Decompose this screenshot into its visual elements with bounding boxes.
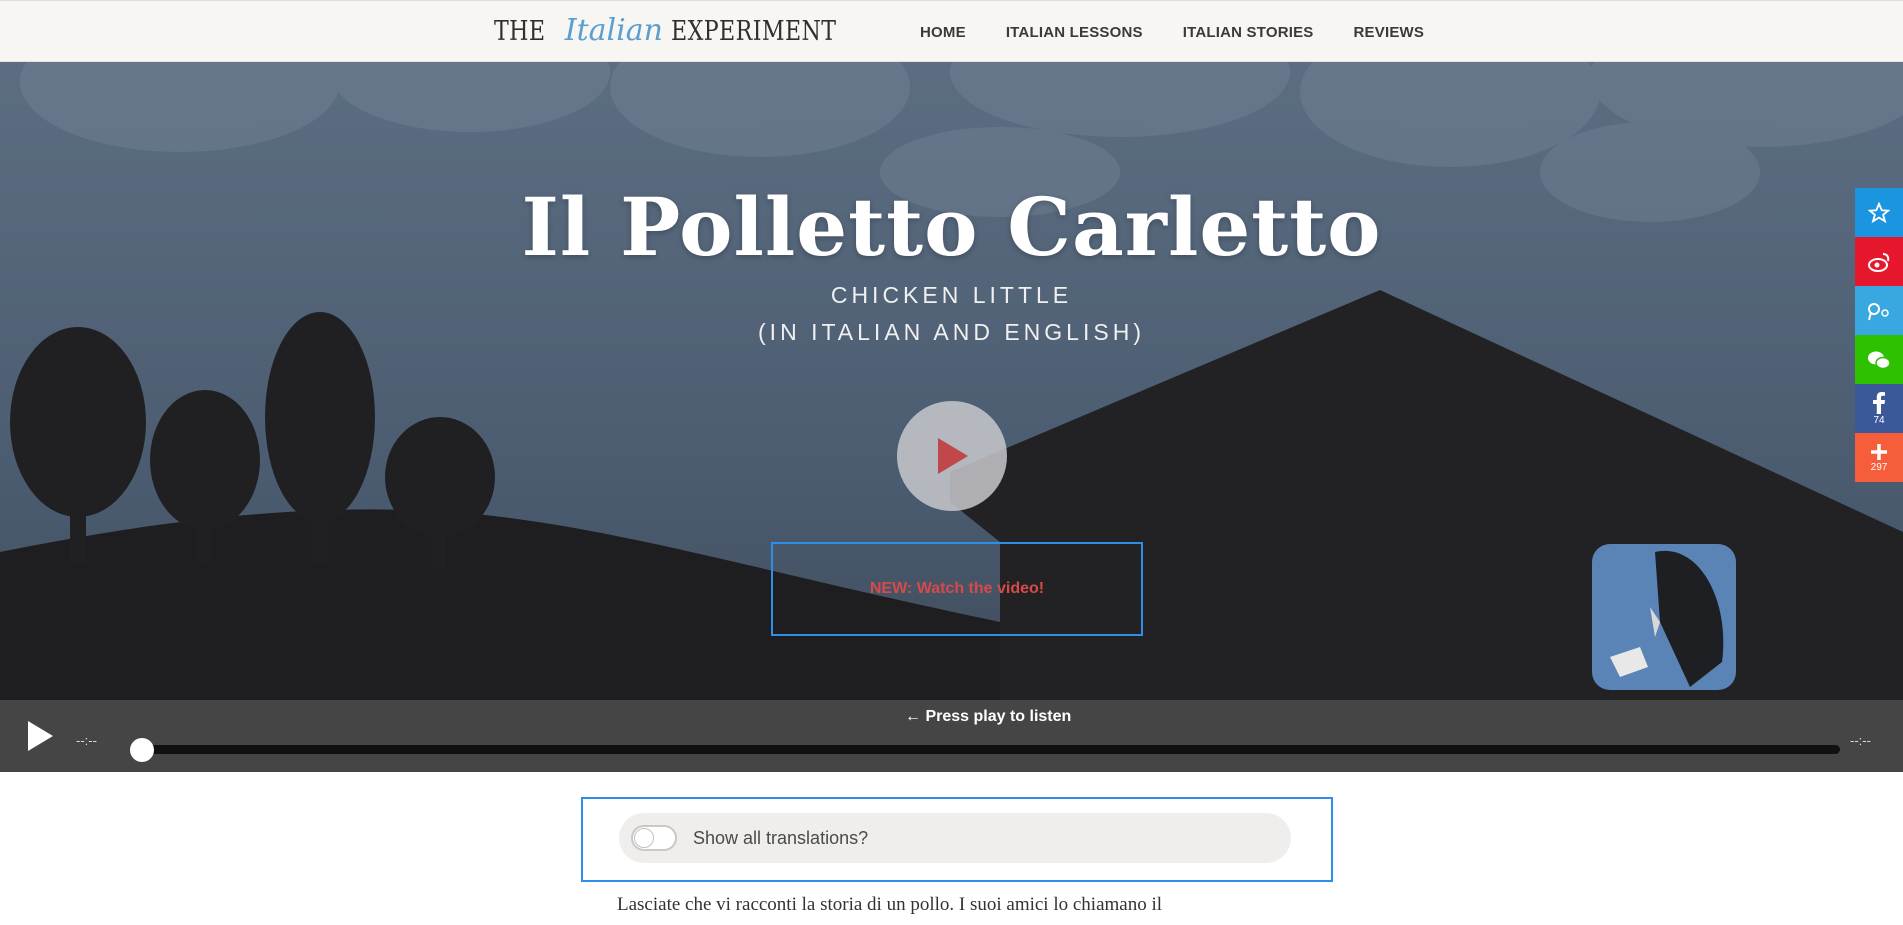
plus-icon xyxy=(1871,443,1887,460)
translation-toggle-container: Show all translations? xyxy=(581,797,1333,882)
page-subtitle-language: (IN ITALIAN AND ENGLISH) xyxy=(758,319,1145,345)
audio-player: ← Press play to listen --:-- --:-- xyxy=(0,700,1903,772)
nav-italian-lessons[interactable]: ITALIAN LESSONS xyxy=(1006,24,1143,41)
nav-home[interactable]: HOME xyxy=(920,24,966,41)
share-wechat-button[interactable] xyxy=(1855,335,1903,384)
translation-toggle[interactable]: Show all translations? xyxy=(619,813,1291,863)
logo-the: THE xyxy=(494,16,546,47)
weibo-icon xyxy=(1868,252,1890,272)
star-icon xyxy=(1868,201,1890,223)
switch-knob xyxy=(634,828,654,848)
remaining-time: --:-- xyxy=(1850,733,1871,748)
total-share-count: 297 xyxy=(1870,461,1888,473)
audio-seek-handle[interactable] xyxy=(130,738,154,762)
translation-toggle-label: Show all translations? xyxy=(693,827,869,848)
watch-video-link[interactable]: NEW: Watch the video! xyxy=(771,542,1143,636)
watch-video-label: NEW: Watch the video! xyxy=(869,580,1045,597)
tencent-weibo-icon xyxy=(1868,302,1889,320)
play-icon xyxy=(938,438,968,474)
story-text: Lasciate che vi racconti la storia di un… xyxy=(617,894,1163,915)
share-sidebar: 74 297 xyxy=(1855,188,1903,482)
logo-experiment: EXPERIMENT xyxy=(670,16,837,47)
page-subtitle: CHICKEN LITTLE xyxy=(830,282,1073,308)
nav-reviews[interactable]: REVIEWS xyxy=(1354,24,1425,41)
facebook-share-count: 74 xyxy=(1873,414,1885,426)
main-nav: HOME ITALIAN LESSONS ITALIAN STORIES REV… xyxy=(920,1,1424,63)
share-weibo-button[interactable] xyxy=(1855,237,1903,286)
site-logo[interactable]: THE Italian EXPERIMENT xyxy=(494,13,873,53)
logo-italian: Italian xyxy=(564,13,663,48)
share-facebook-button[interactable]: 74 xyxy=(1855,384,1903,433)
page-title: Il Polletto Carletto xyxy=(521,180,1382,274)
wechat-icon xyxy=(1868,351,1891,369)
hero-banner: Il Polletto Carletto CHICKEN LITTLE (IN … xyxy=(0,62,1903,700)
audio-progress-bar[interactable] xyxy=(133,745,1840,754)
share-tencent-button[interactable] xyxy=(1855,286,1903,335)
share-favorite-button[interactable] xyxy=(1855,188,1903,237)
press-play-hint: ← Press play to listen xyxy=(905,708,1072,725)
share-more-button[interactable]: 297 xyxy=(1855,433,1903,482)
translation-switch[interactable] xyxy=(631,825,677,851)
site-header: THE Italian EXPERIMENT HOME ITALIAN LESS… xyxy=(0,0,1903,62)
audio-play-button[interactable] xyxy=(26,720,54,752)
nav-italian-stories[interactable]: ITALIAN STORIES xyxy=(1183,24,1314,41)
elapsed-time: --:-- xyxy=(76,733,97,748)
facebook-icon xyxy=(1873,391,1885,414)
hero-play-button[interactable] xyxy=(897,401,1007,511)
